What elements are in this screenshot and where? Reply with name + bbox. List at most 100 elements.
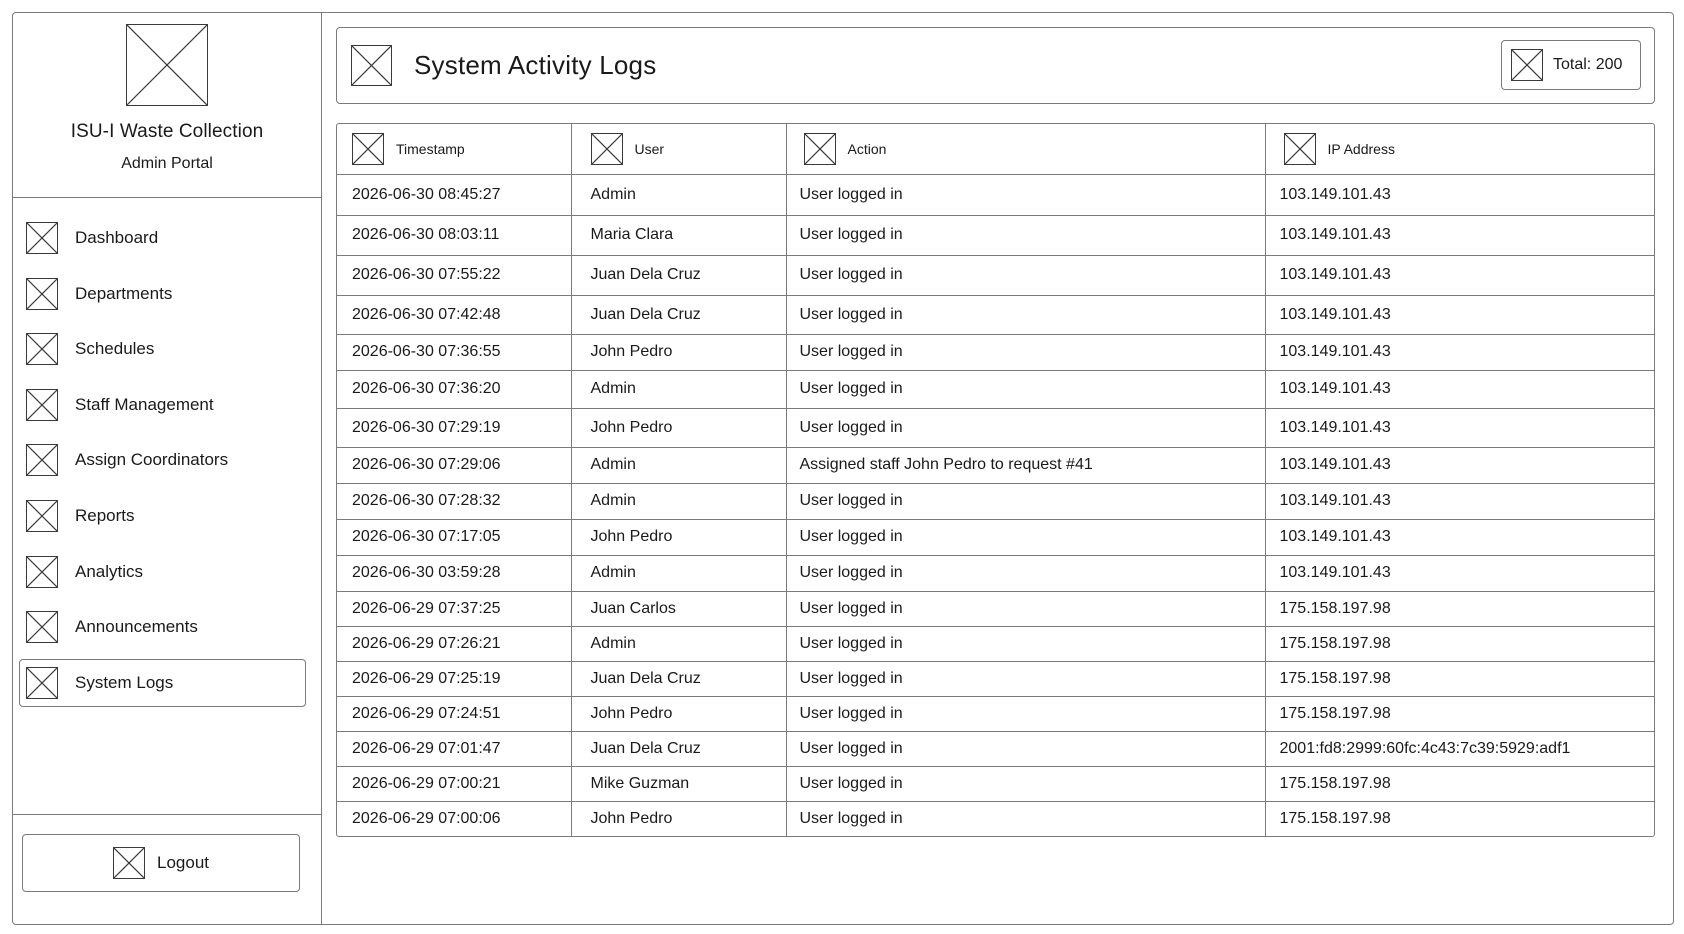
ip-address-cell: 103.149.101.43 bbox=[1265, 408, 1654, 448]
ip-address-cell: 175.158.197.98 bbox=[1265, 591, 1654, 627]
image-placeholder-icon bbox=[26, 444, 58, 477]
timestamp-cell: 2026-06-30 07:36:55 bbox=[337, 334, 572, 371]
action-cell: User logged in bbox=[786, 370, 1266, 409]
ip-address-cell: 2001:fd8:2999:60fc:4c43:7c39:5929:adf1 bbox=[1265, 731, 1654, 767]
table-row[interactable]: 2026-06-29 07:26:21 Admin User logged in 17… bbox=[337, 626, 1654, 662]
action-cell: User logged in bbox=[786, 408, 1266, 448]
table-row[interactable]: 2026-06-30 07:28:32 Admin User logged in 10… bbox=[337, 483, 1654, 520]
sidebar-item-label: System Logs bbox=[75, 672, 174, 692]
user-cell: Admin bbox=[571, 447, 787, 484]
table-header-row: Timestamp User Action IP Address bbox=[337, 124, 1654, 175]
sidebar-item-reports[interactable]: Reports bbox=[19, 492, 306, 540]
timestamp-cell: 2026-06-30 07:55:22 bbox=[337, 255, 572, 296]
table-row[interactable]: 2026-06-30 07:42:48 Juan Dela Cruz User lo… bbox=[337, 295, 1654, 335]
sidebar-item-analytics[interactable]: Analytics bbox=[19, 548, 306, 596]
sidebar-item-schedules[interactable]: Schedules bbox=[19, 325, 306, 373]
user-cell: Juan Dela Cruz bbox=[571, 295, 787, 335]
timestamp-cell: 2026-06-29 07:25:19 bbox=[337, 661, 572, 697]
timestamp-cell: 2026-06-30 07:28:32 bbox=[337, 483, 572, 520]
user-cell: Admin bbox=[571, 626, 787, 662]
table-row[interactable]: 2026-06-29 07:24:51 John Pedro User logged… bbox=[337, 696, 1654, 732]
user-cell: John Pedro bbox=[571, 696, 787, 732]
timestamp-cell: 2026-06-29 07:00:21 bbox=[337, 766, 572, 802]
sidebar-item-dashboard[interactable]: Dashboard bbox=[19, 214, 306, 262]
page-header: System Activity Logs Total: 200 bbox=[336, 27, 1655, 104]
timestamp-cell: 2026-06-30 08:45:27 bbox=[337, 174, 572, 216]
table-row[interactable]: 2026-06-30 07:17:05 John Pedro User logged… bbox=[337, 519, 1654, 556]
action-cell: User logged in bbox=[786, 174, 1266, 216]
action-cell: User logged in bbox=[786, 215, 1266, 256]
table-row[interactable]: 2026-06-29 07:37:25 Juan Carlos User logge… bbox=[337, 591, 1654, 627]
app-subtitle: Admin Portal bbox=[121, 155, 213, 172]
sidebar-item-label: Dashboard bbox=[75, 228, 159, 247]
total-count-badge: Total: 200 bbox=[1501, 40, 1641, 90]
column-header-user[interactable]: User bbox=[571, 124, 787, 175]
header-image-placeholder-icon bbox=[351, 45, 392, 86]
image-placeholder-icon bbox=[26, 499, 58, 532]
action-cell: User logged in bbox=[786, 295, 1266, 335]
column-header-label: Action bbox=[847, 140, 887, 157]
sidebar-item-departments[interactable]: Departments bbox=[19, 270, 306, 318]
timestamp-cell: 2026-06-30 07:29:06 bbox=[337, 447, 572, 484]
ip-address-cell: 175.158.197.98 bbox=[1265, 661, 1654, 697]
table-row[interactable]: 2026-06-29 07:00:06 John Pedro User logged… bbox=[337, 801, 1654, 836]
sidebar-item-label: Assign Coordinators bbox=[75, 450, 229, 470]
user-cell: John Pedro bbox=[571, 408, 787, 448]
image-placeholder-icon bbox=[26, 277, 58, 310]
table-row[interactable]: 2026-06-30 03:59:28 Admin User logged in 10… bbox=[337, 555, 1654, 592]
column-header-ip-address[interactable]: IP Address bbox=[1265, 124, 1654, 175]
sidebar-item-label: Staff Management bbox=[75, 394, 214, 414]
ip-address-cell: 175.158.197.98 bbox=[1279, 809, 1391, 827]
timestamp-cell: 2026-06-29 07:01:47 bbox=[337, 731, 572, 767]
logout-button[interactable]: Logout bbox=[22, 834, 300, 892]
logout-image-placeholder-icon bbox=[113, 847, 145, 879]
column-header-label: User bbox=[634, 140, 665, 157]
action-cell: User logged in bbox=[786, 731, 1266, 767]
image-placeholder-icon bbox=[26, 611, 58, 644]
logs-table: Timestamp User Action IP Address 2026-06-30… bbox=[337, 124, 1654, 836]
user-cell: Juan Dela Cruz bbox=[571, 255, 787, 296]
table-row[interactable]: 2026-06-29 07:25:19 Juan Dela Cruz User lo… bbox=[337, 661, 1654, 697]
timestamp-cell: 2026-06-30 07:36:20 bbox=[337, 370, 572, 409]
table-row[interactable]: 2026-06-30 07:36:20 Admin User logged in 10… bbox=[337, 370, 1654, 409]
table-row[interactable]: 2026-06-30 07:55:22 Juan Dela Cruz User lo… bbox=[337, 255, 1654, 296]
sidebar-item-assign-coordinators[interactable]: Assign Coordinators bbox=[19, 436, 306, 484]
app-title: ISU-I Waste Collection bbox=[70, 121, 264, 142]
table-row[interactable]: 2026-06-29 07:00:21 Mike Guzman User logge… bbox=[337, 766, 1654, 802]
logout-label: Logout bbox=[157, 853, 209, 872]
image-placeholder-icon bbox=[26, 333, 58, 366]
timestamp-cell: 2026-06-29 07:00:06 bbox=[337, 801, 572, 836]
timestamp-cell: 2026-06-29 07:24:51 bbox=[337, 696, 572, 732]
table-row[interactable]: 2026-06-30 08:45:27 Admin User logged in 10… bbox=[337, 174, 1654, 216]
sidebar-item-staff-management[interactable]: Staff Management bbox=[19, 381, 306, 429]
sidebar-item-system-logs[interactable]: System Logs bbox=[19, 658, 306, 707]
brand: ISU-I Waste Collection Admin Portal bbox=[13, 13, 321, 198]
image-placeholder-icon bbox=[26, 388, 58, 421]
column-header-timestamp[interactable]: Timestamp bbox=[337, 124, 572, 175]
table-row[interactable]: 2026-06-30 07:29:06 Admin Assigned staff J… bbox=[337, 447, 1654, 484]
user-cell: Admin bbox=[571, 483, 787, 520]
table-row[interactable]: 2026-06-30 07:36:55 John Pedro User logged… bbox=[337, 334, 1654, 371]
sidebar-item-label: Announcements bbox=[75, 617, 198, 637]
column-header-action[interactable]: Action bbox=[786, 124, 1266, 175]
table-row[interactable]: 2026-06-30 07:29:19 John Pedro User logged… bbox=[337, 408, 1654, 448]
action-cell: User logged in bbox=[786, 255, 1266, 296]
ip-address-cell: 103.149.101.43 bbox=[1265, 555, 1654, 592]
total-image-placeholder-icon bbox=[1511, 49, 1543, 81]
sidebar-item-label: Schedules bbox=[75, 339, 155, 359]
column-image-placeholder-icon bbox=[1283, 132, 1316, 165]
timestamp-cell: 2026-06-30 07:42:48 bbox=[337, 295, 572, 335]
app-frame: ISU-I Waste Collection Admin Portal Dash… bbox=[12, 12, 1674, 925]
total-count-label: Total: 200 bbox=[1553, 56, 1623, 73]
action-cell: User logged in bbox=[786, 519, 1266, 556]
column-header-label: Timestamp bbox=[396, 140, 465, 157]
timestamp-cell: 2026-06-29 07:26:21 bbox=[337, 626, 572, 662]
sidebar-item-announcements[interactable]: Announcements bbox=[19, 603, 306, 651]
action-cell: User logged in bbox=[786, 334, 1266, 371]
image-placeholder-icon bbox=[26, 555, 58, 588]
table-row[interactable]: 2026-06-29 07:01:47 Juan Dela Cruz User lo… bbox=[337, 731, 1654, 767]
ip-address-cell: 103.149.101.43 bbox=[1265, 174, 1654, 216]
table-row[interactable]: 2026-06-30 08:03:11 Maria Clara User logge… bbox=[337, 215, 1654, 256]
user-cell: Juan Dela Cruz bbox=[571, 731, 787, 767]
user-cell: Admin bbox=[571, 370, 787, 409]
